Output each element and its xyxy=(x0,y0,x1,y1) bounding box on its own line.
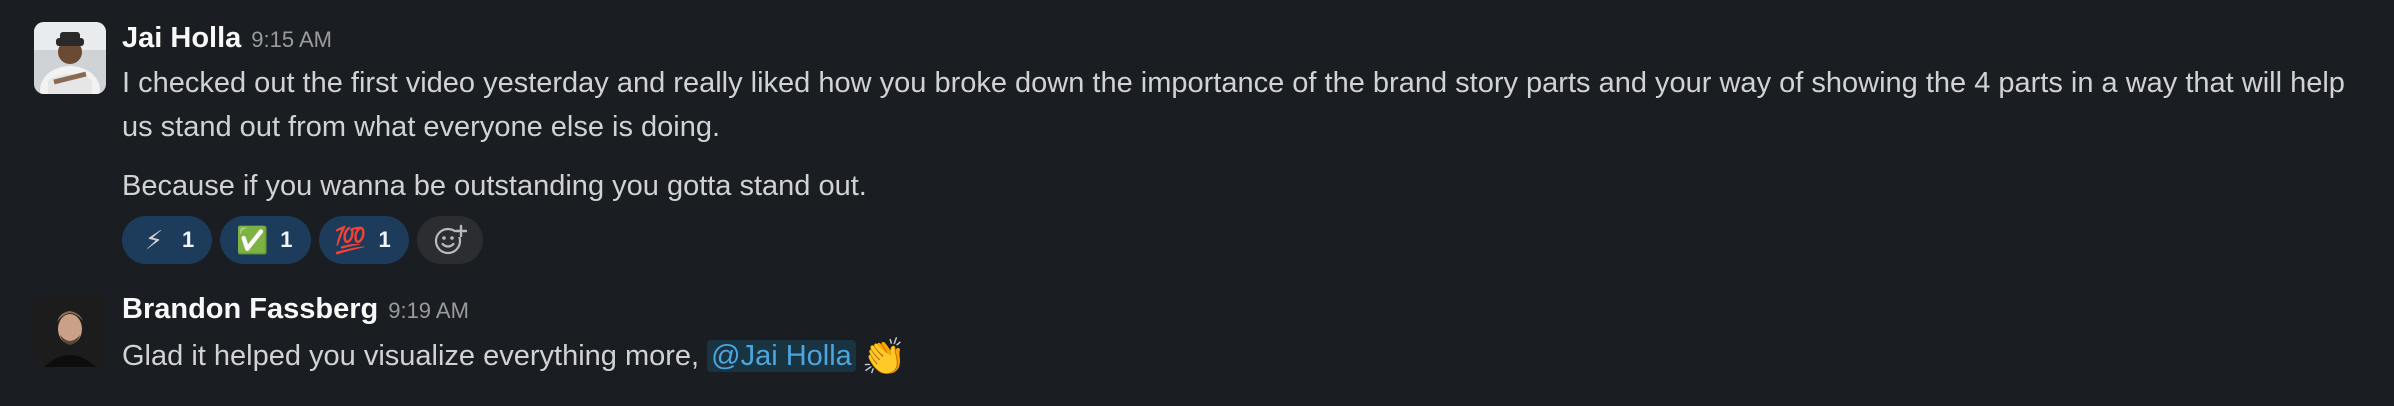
reaction-high-voltage[interactable]: ⚡ 1 xyxy=(122,216,213,264)
avatar-image xyxy=(34,295,106,367)
add-reaction-icon xyxy=(434,224,467,255)
clapping-hands-emoji-icon: 👏 xyxy=(861,336,907,377)
hundred-points-emoji-icon: 💯 xyxy=(334,224,367,255)
timestamp[interactable]: 9:15 AM xyxy=(251,27,332,52)
check-mark-button-emoji-icon: ✅ xyxy=(236,224,269,255)
avatar[interactable] xyxy=(34,22,106,94)
reaction-count: 1 xyxy=(378,227,391,252)
author-name[interactable]: Jai Holla xyxy=(122,22,241,54)
avatar[interactable] xyxy=(34,295,106,367)
high-voltage-emoji-icon: ⚡ xyxy=(144,224,164,255)
reaction-bar: ⚡ 1 ✅ 1 💯 1 xyxy=(122,216,483,264)
add-reaction-button[interactable] xyxy=(416,216,483,264)
message-text-container: Glad it helped you visualize everything … xyxy=(122,334,2362,379)
message-jai-holla: Jai Holla 9:15 AM I checked out the first… xyxy=(0,0,2394,270)
message-text: Because if you wanna be outstanding you … xyxy=(122,170,867,202)
message-text: Glad it helped you visualize everything … xyxy=(122,340,700,372)
reaction-hundred-points[interactable]: 💯 1 xyxy=(318,216,409,264)
reaction-count: 1 xyxy=(280,227,293,252)
user-mention[interactable]: @Jai Holla xyxy=(707,340,856,372)
author-name[interactable]: Brandon Fassberg xyxy=(122,293,378,325)
message-text: I checked out the first video yesterday … xyxy=(122,67,2345,143)
timestamp[interactable]: 9:19 AM xyxy=(388,298,469,323)
avatar-image xyxy=(34,22,106,94)
message-brandon-fassberg: Brandon Fassberg 9:19 AM Glad it helped y… xyxy=(0,270,2394,406)
reaction-count: 1 xyxy=(182,227,195,252)
reaction-check-mark[interactable]: ✅ 1 xyxy=(220,216,311,264)
